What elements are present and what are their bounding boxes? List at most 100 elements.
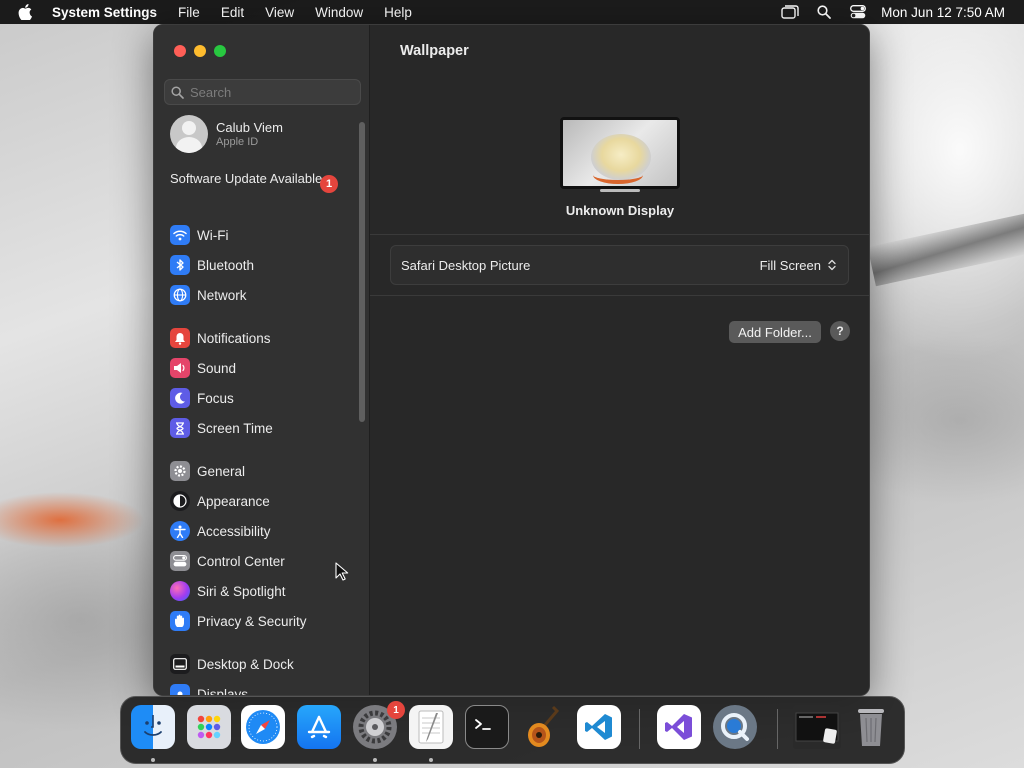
sidebar-item-appearance[interactable]: Appearance — [170, 489, 270, 513]
trash-icon[interactable] — [849, 705, 893, 749]
screen-mirroring-icon[interactable] — [779, 4, 801, 20]
sidebar-list: Calub Viem Apple ID Software Update Avai… — [154, 113, 370, 696]
launchpad-icon[interactable] — [187, 705, 231, 749]
globe-icon — [170, 285, 190, 305]
sidebar-item-siri-spotlight[interactable]: Siri & Spotlight — [170, 579, 286, 603]
add-folder-button[interactable]: Add Folder... — [729, 321, 821, 343]
mouse-cursor-icon — [335, 562, 349, 581]
profile-name: Calub Viem — [216, 120, 283, 135]
sidebar-item-displays[interactable]: Displays — [170, 682, 249, 696]
sidebar-item-wifi[interactable]: Wi-Fi — [170, 223, 228, 247]
quicktime-icon[interactable] — [713, 705, 757, 749]
zoom-button[interactable] — [214, 45, 226, 57]
hourglass-icon — [170, 418, 190, 438]
sidebar-item-sound[interactable]: Sound — [170, 356, 236, 380]
fill-mode-value: Fill Screen — [759, 257, 821, 273]
wallpaper-pane: Wallpaper Unknown Display Safari Desktop… — [370, 25, 869, 695]
sidebar-item-label: Siri & Spotlight — [197, 583, 286, 599]
sidebar-item-general[interactable]: General — [170, 459, 245, 483]
wallpaper-row: Safari Desktop Picture Fill Screen — [390, 245, 849, 285]
visual-studio-icon[interactable] — [657, 705, 701, 749]
sidebar-item-label: Screen Time — [197, 420, 273, 436]
search-input[interactable] — [190, 84, 350, 100]
menu-bar: System Settings File Edit View Window He… — [0, 0, 1024, 24]
running-indicator — [373, 758, 377, 762]
siri-icon — [170, 581, 190, 601]
menu-view[interactable]: View — [265, 5, 294, 20]
sidebar: Calub Viem Apple ID Software Update Avai… — [154, 25, 370, 695]
sidebar-item-desktop-dock[interactable]: Desktop & Dock — [170, 652, 294, 676]
sidebar-item-label: General — [197, 463, 246, 479]
sidebar-item-focus[interactable]: Focus — [170, 386, 234, 410]
help-button[interactable]: ? — [830, 321, 850, 341]
search-field[interactable] — [164, 79, 361, 105]
textedit-icon[interactable] — [409, 705, 453, 749]
terminal-icon[interactable] — [465, 705, 509, 749]
sidebar-item-label: Wi-Fi — [197, 227, 229, 243]
running-indicator — [151, 758, 155, 762]
avatar — [170, 115, 208, 153]
control-center-icon — [170, 551, 190, 571]
sidebar-item-label: Focus — [197, 390, 234, 406]
moon-icon — [170, 388, 190, 408]
wifi-icon — [170, 225, 190, 245]
divider — [370, 234, 869, 235]
safari-icon[interactable] — [241, 705, 285, 749]
menu-clock[interactable]: Mon Jun 12 7:50 AM — [881, 5, 1005, 20]
downloads-stack-icon[interactable] — [793, 705, 841, 749]
sidebar-item-notifications[interactable]: Notifications — [170, 326, 271, 350]
minimize-button[interactable] — [194, 45, 206, 57]
control-center-icon[interactable] — [847, 4, 869, 20]
dock-separator — [777, 709, 778, 749]
sidebar-item-label: Accessibility — [197, 523, 271, 539]
sidebar-item-label: Sound — [197, 360, 237, 376]
menu-edit[interactable]: Edit — [221, 5, 244, 20]
sidebar-item-label: Displays — [197, 686, 249, 696]
running-indicator — [429, 758, 433, 762]
vscode-icon[interactable] — [577, 705, 621, 749]
dock-icon — [170, 654, 190, 674]
divider — [370, 295, 869, 296]
sidebar-item-label: Bluetooth — [197, 257, 255, 273]
bluetooth-icon — [170, 255, 190, 275]
sidebar-item-label: Privacy & Security — [197, 613, 307, 629]
sidebar-item-privacy-security[interactable]: Privacy & Security — [170, 609, 307, 633]
menu-app-name[interactable]: System Settings — [52, 5, 157, 20]
sidebar-item-label: Network — [197, 287, 247, 303]
menu-help[interactable]: Help — [384, 5, 412, 20]
app-store-icon[interactable] — [297, 705, 341, 749]
close-button[interactable] — [174, 45, 186, 57]
sidebar-item-control-center[interactable]: Control Center — [170, 549, 285, 573]
window-controls — [174, 45, 226, 57]
search-icon — [171, 85, 184, 99]
display-stand — [600, 189, 640, 192]
apple-id-profile[interactable]: Calub Viem Apple ID — [170, 115, 283, 153]
sidebar-item-label: Notifications — [197, 330, 271, 346]
bell-icon — [170, 328, 190, 348]
wallpaper-name: Safari Desktop Picture — [401, 257, 531, 273]
sidebar-item-label: Appearance — [197, 493, 270, 509]
fill-mode-select[interactable]: Fill Screen — [760, 257, 838, 273]
display-preview — [560, 117, 680, 189]
menu-file[interactable]: File — [178, 5, 200, 20]
page-title: Wallpaper — [400, 43, 469, 59]
profile-subtitle: Apple ID — [216, 136, 259, 148]
settings-window: Calub Viem Apple ID Software Update Avai… — [153, 24, 870, 696]
hand-icon — [170, 611, 190, 631]
finder-icon[interactable] — [131, 705, 175, 749]
sidebar-item-accessibility[interactable]: Accessibility — [170, 519, 271, 543]
sidebar-scrollbar[interactable] — [359, 122, 365, 422]
update-badge: 1 — [320, 175, 338, 193]
apple-menu-icon[interactable] — [18, 4, 36, 20]
software-update-item[interactable]: Software Update Available — [170, 171, 340, 187]
menu-window[interactable]: Window — [315, 5, 363, 20]
sidebar-item-screen-time[interactable]: Screen Time — [170, 416, 273, 440]
garageband-icon[interactable] — [521, 705, 565, 749]
sidebar-item-network[interactable]: Network — [170, 283, 247, 307]
sun-icon — [170, 684, 190, 695]
spotlight-search-icon[interactable] — [813, 4, 835, 20]
appearance-icon — [170, 491, 190, 511]
sidebar-item-bluetooth[interactable]: Bluetooth — [170, 253, 254, 277]
sidebar-item-label: Desktop & Dock — [197, 656, 294, 672]
settings-badge: 1 — [387, 701, 405, 719]
